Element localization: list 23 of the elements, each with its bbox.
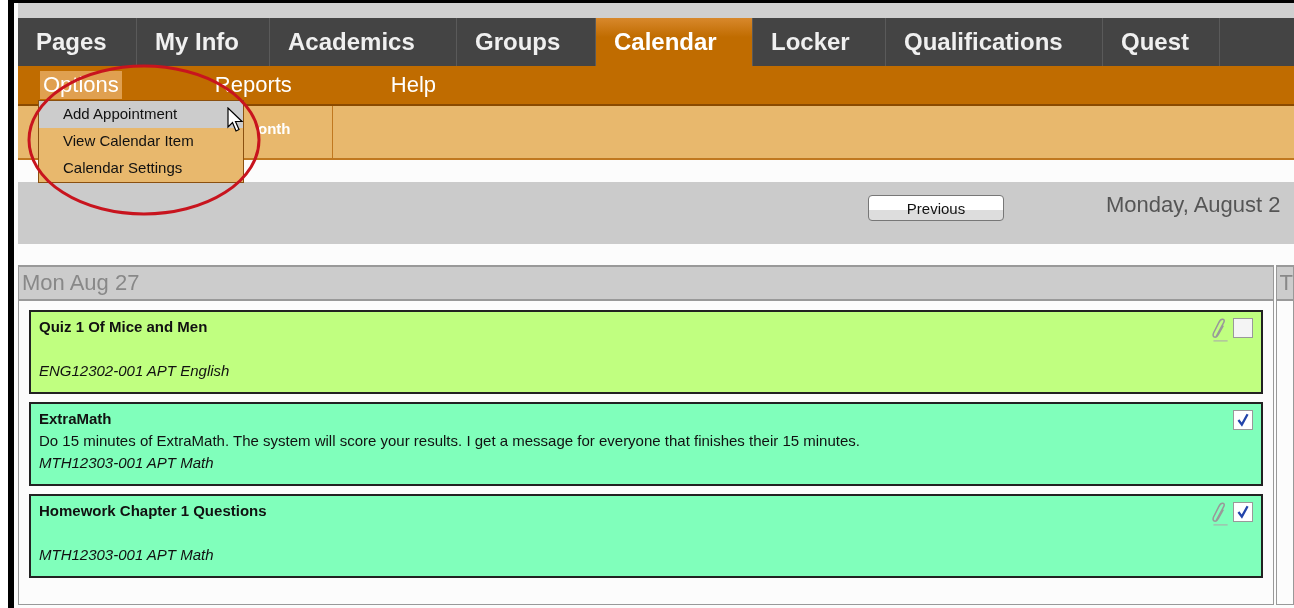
item-title[interactable]: Homework Chapter 1 Questions	[39, 502, 267, 519]
nav-tab[interactable]: Calendar	[596, 18, 753, 66]
checkbox[interactable]	[1232, 318, 1253, 338]
item-title[interactable]: ExtraMath	[39, 410, 112, 427]
checkbox[interactable]	[1232, 410, 1253, 430]
item-description: Do 15 minutes of ExtraMath. The system will score your results. I get a message for everyone that finishes their 15 minutes.	[39, 432, 861, 451]
menu-item[interactable]: Reports	[211, 71, 388, 99]
dropdown-item[interactable]: View Calendar Item	[39, 128, 243, 155]
paperclip-icon[interactable]	[1210, 502, 1229, 526]
course-label: ENG12302-001 APT English	[39, 362, 231, 379]
previous-button[interactable]: Previous	[868, 195, 1004, 221]
item-title[interactable]: Quiz 1 Of Mice and Men	[39, 318, 208, 335]
checkbox[interactable]	[1232, 502, 1253, 522]
dropdown-item[interactable]: Calendar Settings	[39, 155, 243, 182]
paperclip-icon[interactable]	[1210, 318, 1229, 342]
course-label: MTH12303-001 APT Math	[39, 454, 215, 471]
mouse-pointer-icon	[227, 107, 245, 133]
dropdown-item[interactable]: Add Appointment	[39, 101, 243, 128]
menu-item[interactable]: Help	[387, 71, 440, 99]
course-label: MTH12303-001 APT Math	[39, 546, 215, 563]
day-header: T	[1276, 267, 1293, 301]
day-header: Mon Aug 27	[19, 267, 1273, 301]
date-label: Monday, August 2	[1106, 192, 1281, 218]
